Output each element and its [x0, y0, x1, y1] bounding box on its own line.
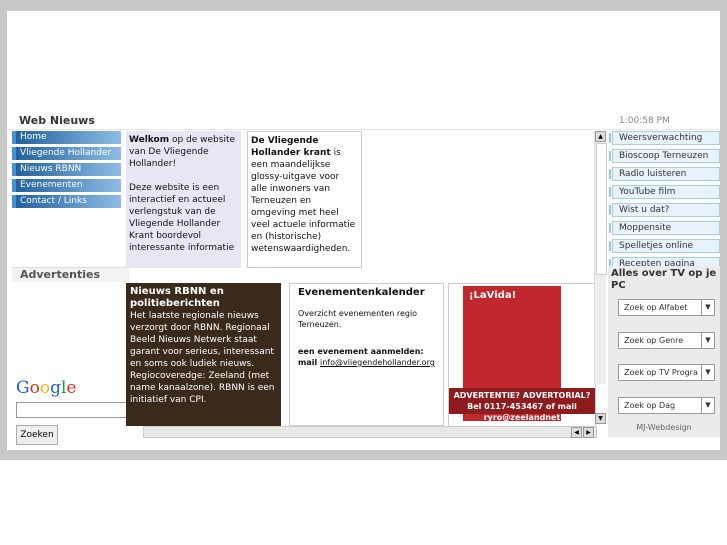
ad-line-2: Bel 0117-453467 of mail ryro@zeelandnet: [467, 402, 577, 422]
nav-item-evenementen[interactable]: Evenementen: [12, 179, 121, 192]
nav-item-nieuws-rbnn[interactable]: Nieuws RBNN: [12, 163, 121, 176]
page-title: Web Nieuws: [19, 114, 95, 127]
events-signup: een evenement aanmelden:: [298, 347, 424, 356]
right-nav: Weersverwachting Bioscoop Terneuzen Radi…: [609, 131, 720, 275]
tv-credit[interactable]: MJ-Webdesign: [608, 423, 720, 432]
scroll-up-icon[interactable]: ▲: [595, 131, 606, 142]
rbnn-text: Het laatste regionale nieuws verzorgt do…: [130, 311, 275, 405]
clock: 1:00:58 PM: [619, 116, 670, 126]
nav-item-contact[interactable]: Contact / Links: [12, 195, 121, 208]
rbnn-title: Nieuws RBNN en politieberichten: [130, 286, 224, 309]
right-nav-youtube[interactable]: YouTube film: [609, 185, 720, 199]
tv-select-alfabet[interactable]: Zoek op Alfabet: [618, 299, 715, 316]
events-panel: Evenementenkalender Overzicht evenemente…: [289, 283, 444, 426]
right-nav-radio[interactable]: Radio luisteren: [609, 167, 720, 181]
google-logo: Google: [16, 378, 77, 398]
vertical-scrollbar[interactable]: ▲ ▼: [594, 131, 607, 424]
events-mail-label: mail: [298, 358, 321, 367]
scroll-left-icon[interactable]: ◀: [571, 427, 582, 438]
right-nav-moppen[interactable]: Moppensite: [609, 221, 720, 235]
krant-title: De Vliegende Hollander krant: [251, 136, 331, 158]
tv-panel: Alles over TV op je PC Zoek op Alfabet Z…: [608, 266, 720, 437]
nav-item-vliegende-hollander[interactable]: Vliegende Hollander: [12, 147, 121, 160]
welcome-text-2: Deze website is een interactief en actue…: [129, 183, 235, 253]
left-nav: Home Vliegende Hollander Nieuws RBNN Eve…: [12, 131, 121, 211]
scroll-thumb[interactable]: [596, 143, 607, 275]
events-mail-link[interactable]: info@vliegendehollander.org: [320, 358, 435, 367]
ad-strip: ADVERTENTIE? ADVERTORIAL? Bel 0117-45346…: [449, 388, 595, 422]
header-banner: [7, 11, 720, 114]
magazine-title: ¡LaVida!: [469, 290, 517, 301]
tv-title: Alles over TV op je PC: [611, 268, 717, 291]
right-nav-bioscoop[interactable]: Bioscoop Terneuzen: [609, 149, 720, 163]
tv-select-dag[interactable]: Zoek op Dag: [618, 397, 715, 414]
nav-item-home[interactable]: Home: [12, 131, 121, 144]
advertenties-heading: Advertenties: [12, 267, 129, 282]
horizontal-scrollbar[interactable]: ◀ ▶: [143, 426, 597, 438]
events-text: Overzicht evenementen regio Terneuzen.: [298, 309, 418, 329]
top-bar: Web Nieuws 1:00:58 PM: [7, 114, 720, 130]
krant-panel: De Vliegende Hollander krant is een maan…: [247, 131, 362, 268]
google-search: Google Zoeken: [12, 374, 143, 450]
welcome-title: Welkom: [129, 135, 170, 145]
right-nav-spelletjes[interactable]: Spelletjes online: [609, 239, 720, 253]
scroll-down-icon[interactable]: ▼: [595, 413, 606, 424]
events-title: Evenementenkalender: [298, 287, 425, 298]
ad-banner[interactable]: ¡LaVida! ADVERTENTIE? ADVERTORIAL? Bel 0…: [448, 283, 596, 428]
scroll-right-icon[interactable]: ▶: [583, 427, 594, 438]
tv-select-genre[interactable]: Zoek op Genre: [618, 332, 715, 349]
krant-text: is een maandelijkse glossy-uitgave voor …: [251, 148, 356, 254]
right-nav-wist-u-dat[interactable]: Wist u dat?: [609, 203, 720, 217]
rbnn-panel[interactable]: Nieuws RBNN en politieberichten Het laat…: [126, 283, 281, 426]
welcome-panel: Welkom op de website van De Vliegende Ho…: [126, 131, 241, 268]
right-nav-weer[interactable]: Weersverwachting: [609, 131, 720, 145]
tv-select-programma[interactable]: Zoek op TV Progra: [618, 364, 715, 381]
ad-line-1: ADVERTENTIE? ADVERTORIAL?: [453, 391, 591, 400]
google-search-button[interactable]: Zoeken: [16, 425, 58, 445]
google-search-input[interactable]: [16, 402, 137, 418]
